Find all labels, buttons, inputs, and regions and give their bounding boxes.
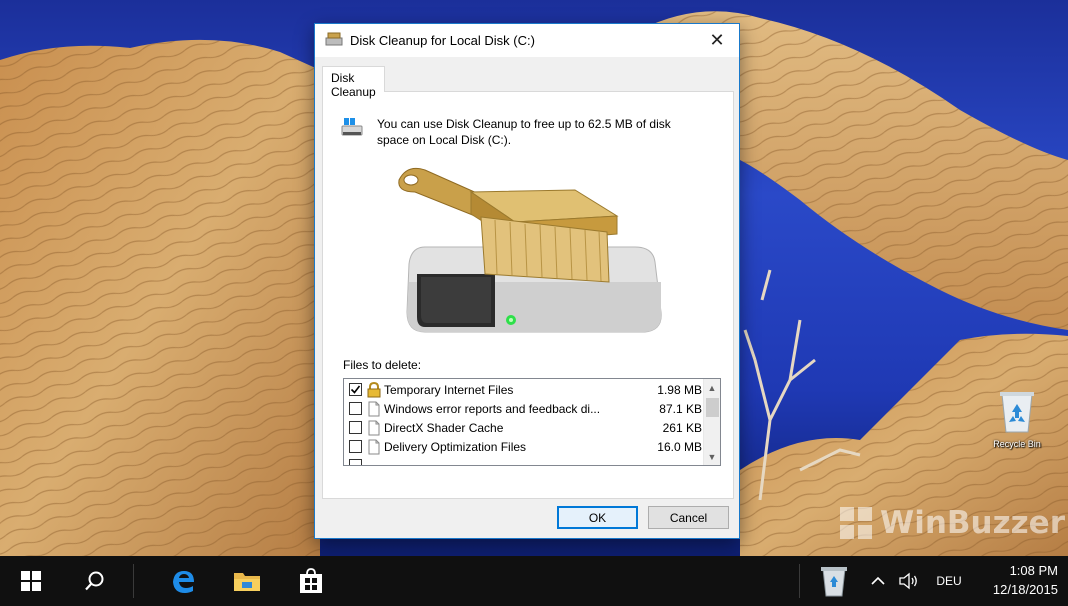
windows-start-icon[interactable] bbox=[0, 556, 62, 606]
list-item[interactable]: Windows error reports and feedback di...… bbox=[344, 399, 702, 418]
disk-cleanup-brush-illustration bbox=[398, 167, 662, 333]
file-checkbox[interactable] bbox=[349, 440, 362, 453]
store-icon[interactable] bbox=[286, 556, 336, 606]
list-scrollbar[interactable]: ▲ ▼ bbox=[703, 379, 720, 465]
recycle-bin-desktop-icon[interactable]: Recycle Bin bbox=[984, 388, 1050, 449]
scroll-down-icon[interactable]: ▼ bbox=[704, 448, 720, 465]
window-title: Disk Cleanup for Local Disk (C:) bbox=[350, 33, 535, 48]
file-checkbox[interactable] bbox=[349, 383, 362, 396]
file-icon bbox=[368, 420, 380, 435]
clock-date: 12/18/2015 bbox=[992, 582, 1058, 597]
list-item[interactable]: DirectX Shader Cache 261 KB bbox=[344, 418, 702, 437]
file-checkbox bbox=[349, 459, 362, 465]
file-checkbox[interactable] bbox=[349, 402, 362, 415]
file-checkbox[interactable] bbox=[349, 421, 362, 434]
files-to-delete-label: Files to delete: bbox=[343, 358, 422, 372]
tab-panel: You can use Disk Cleanup to free up to 6… bbox=[322, 91, 734, 499]
taskbar: DEU 1:08 PM 12/18/2015 bbox=[0, 556, 1068, 606]
volume-icon[interactable] bbox=[896, 556, 922, 606]
recycle-bin-taskbar-icon[interactable] bbox=[810, 556, 858, 606]
file-name: Windows error reports and feedback di... bbox=[384, 401, 601, 416]
files-to-delete-list[interactable]: Temporary Internet Files 1.98 MB Windows… bbox=[343, 378, 721, 466]
file-name: Temporary Internet Files bbox=[384, 382, 514, 397]
drive-icon bbox=[341, 118, 363, 136]
file-name: DirectX Shader Cache bbox=[384, 420, 504, 435]
close-icon[interactable]: ✕ bbox=[695, 24, 739, 57]
list-item[interactable]: Delivery Optimization Files 16.0 MB bbox=[344, 437, 702, 456]
taskbar-separator bbox=[133, 564, 134, 598]
file-size: 261 KB bbox=[662, 420, 702, 435]
clock-time: 1:08 PM bbox=[1009, 563, 1058, 578]
list-item-partial bbox=[344, 456, 702, 465]
ok-button[interactable]: OK bbox=[557, 506, 638, 529]
title-bar[interactable]: Disk Cleanup for Local Disk (C:) ✕ bbox=[315, 24, 739, 57]
winbuzzer-logo-icon bbox=[840, 507, 872, 539]
file-icon bbox=[368, 401, 380, 416]
file-size: 16.0 MB bbox=[657, 439, 702, 454]
edge-browser-icon[interactable] bbox=[158, 556, 208, 606]
scrollbar-thumb[interactable] bbox=[706, 398, 719, 417]
language-label: DEU bbox=[936, 574, 962, 588]
recycle-bin-icon bbox=[1000, 392, 1034, 433]
file-size: 87.1 KB bbox=[659, 401, 702, 416]
winbuzzer-watermark: WinBuzzer bbox=[836, 503, 1065, 543]
clock[interactable]: 1:08 PM 12/18/2015 bbox=[993, 561, 1058, 599]
search-icon[interactable] bbox=[66, 556, 124, 606]
cancel-button[interactable]: Cancel bbox=[648, 506, 729, 529]
lock-icon bbox=[367, 381, 381, 397]
tab-disk-cleanup[interactable]: Disk Cleanup bbox=[322, 66, 385, 99]
file-icon bbox=[368, 439, 380, 454]
language-indicator[interactable]: DEU bbox=[928, 556, 970, 606]
scroll-up-icon[interactable]: ▲ bbox=[704, 379, 720, 396]
watermark-text: WinBuzzer bbox=[880, 505, 1065, 541]
file-name: Delivery Optimization Files bbox=[384, 439, 527, 454]
disk-cleanup-dialog: Disk Cleanup for Local Disk (C:) ✕ Disk … bbox=[314, 23, 740, 539]
info-text: You can use Disk Cleanup to free up to 6… bbox=[377, 117, 671, 147]
file-explorer-icon[interactable] bbox=[222, 556, 272, 606]
recycle-bin-label: Recycle Bin bbox=[993, 439, 1041, 449]
info-row: You can use Disk Cleanup to free up to 6… bbox=[341, 116, 695, 148]
taskbar-separator bbox=[799, 564, 800, 598]
file-size: 1.98 MB bbox=[657, 382, 702, 397]
list-item[interactable]: Temporary Internet Files 1.98 MB bbox=[344, 380, 702, 399]
chevron-up-icon[interactable] bbox=[866, 556, 890, 606]
disk-cleanup-app-icon bbox=[325, 32, 343, 49]
